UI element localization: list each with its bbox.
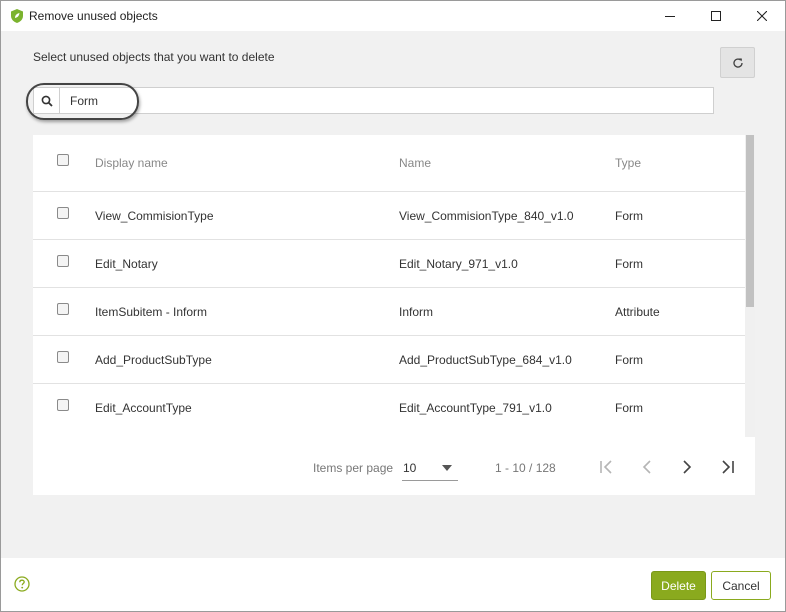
scrollbar-thumb[interactable] [746, 135, 754, 307]
row-checkbox[interactable] [57, 303, 69, 315]
row-checkbox[interactable] [57, 399, 69, 411]
last-page-button[interactable] [715, 455, 739, 479]
refresh-button[interactable] [720, 47, 755, 78]
table-scrollbar[interactable] [745, 135, 755, 437]
table-header-row: Display name Name Type [33, 135, 745, 192]
search-button[interactable] [34, 88, 60, 113]
help-icon[interactable] [14, 576, 30, 592]
search-icon [41, 95, 53, 107]
page-range: 1 - 10 / 128 [495, 461, 556, 475]
previous-page-button[interactable] [635, 455, 659, 479]
items-per-page-select[interactable]: 10 [402, 455, 458, 481]
cell-type: Form [615, 209, 643, 223]
window-title: Remove unused objects [29, 9, 158, 23]
refresh-icon [732, 57, 743, 68]
chevron-left-icon [642, 460, 651, 474]
cell-display-name: Add_ProductSubType [95, 353, 212, 367]
cell-name: Add_ProductSubType_684_v1.0 [399, 353, 572, 367]
cancel-button[interactable]: Cancel [711, 571, 771, 600]
first-page-button[interactable] [595, 455, 619, 479]
maximize-button[interactable] [693, 1, 739, 31]
cell-display-name: ItemSubitem - Inform [95, 305, 208, 319]
close-icon [757, 11, 767, 21]
table-row[interactable]: Add_ProductSubType Add_ProductSubType_68… [33, 336, 745, 384]
cell-type: Form [615, 257, 643, 271]
select-all-checkbox[interactable] [57, 154, 69, 166]
cell-display-name: Edit_Notary [95, 257, 158, 271]
cell-display-name: Edit_AccountType [95, 401, 192, 415]
items-per-page-label: Items per page [313, 461, 394, 475]
column-header-display-name[interactable]: Display name [95, 156, 168, 170]
items-per-page-value: 10 [403, 461, 417, 475]
table-row[interactable]: View_CommisionType View_CommisionType_84… [33, 192, 745, 240]
objects-panel: Display name Name Type View_CommisionTyp… [33, 135, 755, 495]
shield-leaf-icon [11, 9, 23, 23]
caret-down-icon [442, 465, 452, 471]
minimize-icon [665, 16, 675, 17]
cell-type: Form [615, 401, 643, 415]
maximize-icon [711, 11, 721, 21]
column-header-type[interactable]: Type [615, 156, 641, 170]
delete-button[interactable]: Delete [651, 571, 706, 600]
objects-table: Display name Name Type View_CommisionTyp… [33, 135, 745, 431]
last-page-icon [722, 460, 734, 474]
cell-display-name: View_CommisionType [95, 209, 214, 223]
cell-name: Edit_Notary_971_v1.0 [399, 257, 518, 271]
cell-type: Form [615, 353, 643, 367]
cell-name: View_CommisionType_840_v1.0 [399, 209, 574, 223]
dialog-footer: Delete Cancel [1, 558, 785, 611]
next-page-button[interactable] [675, 455, 699, 479]
row-checkbox[interactable] [57, 351, 69, 363]
table-row[interactable]: Edit_Notary Edit_Notary_971_v1.0 Form [33, 240, 745, 288]
row-checkbox[interactable] [57, 255, 69, 267]
title-bar: Remove unused objects [1, 1, 785, 31]
dialog-prompt: Select unused objects that you want to d… [33, 50, 275, 64]
cell-name: Edit_AccountType_791_v1.0 [399, 401, 552, 415]
pagination-bar: Items per page 10 1 - 10 / 128 [33, 437, 755, 495]
search-input[interactable] [61, 88, 713, 113]
search-box [33, 87, 714, 114]
cell-type: Attribute [615, 305, 660, 319]
chevron-right-icon [683, 460, 692, 474]
row-checkbox[interactable] [57, 207, 69, 219]
table-row[interactable]: Edit_AccountType Edit_AccountType_791_v1… [33, 384, 745, 431]
column-header-name[interactable]: Name [399, 156, 431, 170]
minimize-button[interactable] [647, 1, 693, 31]
dialog-window: Remove unused objects Select unused obje… [0, 0, 786, 612]
close-button[interactable] [739, 1, 785, 31]
first-page-icon [600, 460, 612, 474]
table-row[interactable]: ItemSubitem - Inform Inform Attribute [33, 288, 745, 336]
cell-name: Inform [399, 305, 434, 319]
